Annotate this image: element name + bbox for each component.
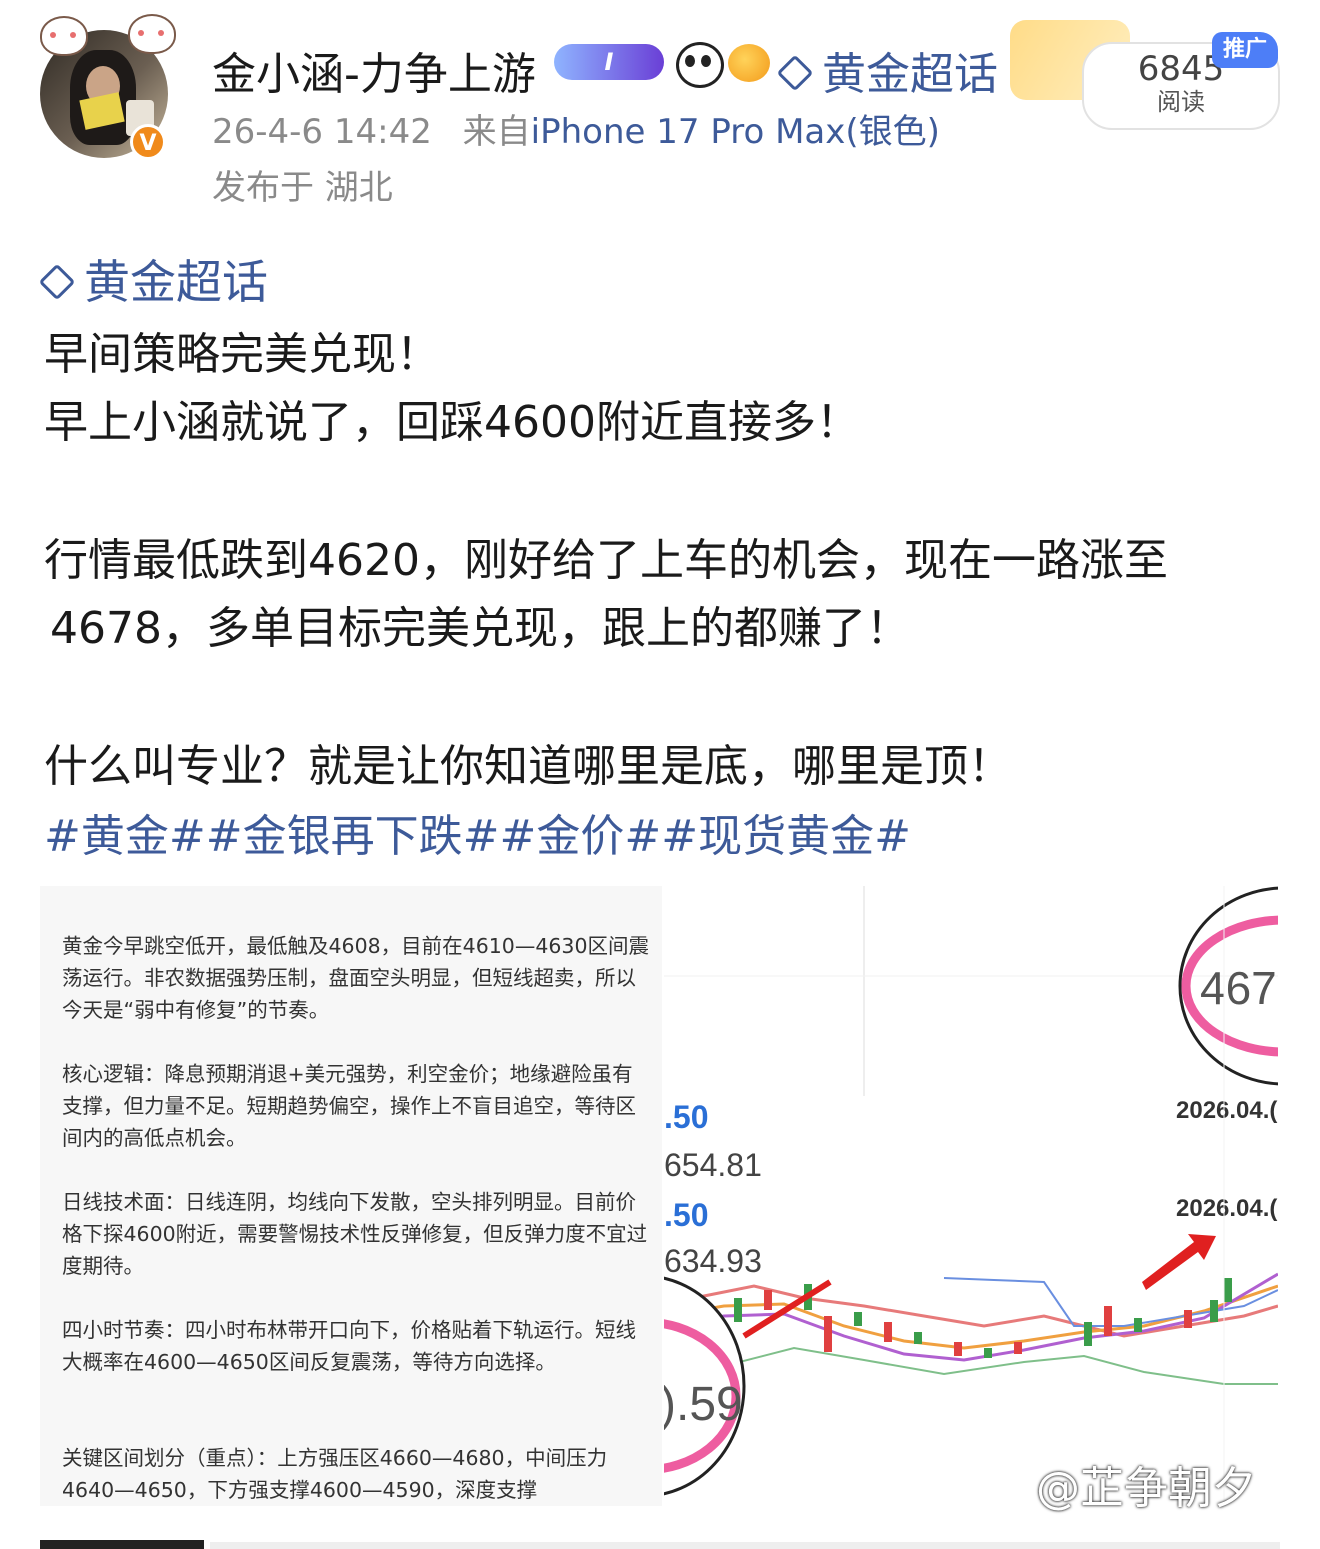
chart-value-c: .50 — [664, 1197, 708, 1233]
post-meta: 26-4-6 14:42 来自iPhone 17 Pro Max(银色) — [212, 104, 940, 153]
post-text-line: 行情最低跌到4620，刚好给了上车的机会，现在一路涨至 — [44, 535, 1168, 586]
post-image-chart[interactable]: 467 2026.04.( 2026.04.( .50 654.81 .50 6… — [664, 886, 1278, 1506]
read-label: 阅读 — [1157, 88, 1205, 116]
level-badge-icon: I — [554, 44, 664, 80]
post-time: 26-4-6 14:42 — [212, 112, 432, 152]
post-text-line: 4678，多单目标完美兑现，跟上的都赚了！ — [50, 603, 910, 654]
post-text-line: 早间策略完美兑现！ — [44, 329, 440, 380]
circle-top-value: 467 — [1200, 962, 1277, 1014]
device-link[interactable]: iPhone 17 Pro Max(银色) — [531, 112, 940, 152]
cat-decoration-icon — [128, 14, 176, 54]
topic-link[interactable]: 黄金超话 — [38, 246, 268, 312]
circle-bottom-value: ).59 — [664, 1378, 743, 1431]
watermark: @芷争朝夕 — [1036, 1463, 1256, 1514]
fish-icon — [728, 44, 770, 82]
post-text-line: 什么叫专业？就是让你知道哪里是底，哪里是顶！ — [44, 741, 1012, 792]
chart-date-1: 2026.04.( — [1176, 1097, 1277, 1124]
image-paragraph: 关键区间划分（重点）：上方强压区4660—4680，中间压力4640—4650，… — [62, 1446, 608, 1502]
post-text-line: 早上小涵就说了，回踩4600附近直接多！ — [44, 397, 860, 448]
chart-value-b: 654.81 — [664, 1147, 762, 1183]
post-image-text[interactable]: 黄金今早跳空低开，最低触及4608，目前在4610—4630区间震荡运行。非农数… — [40, 886, 662, 1506]
diamond-icon — [38, 263, 76, 300]
topic-header-link[interactable]: 黄金超话 — [776, 38, 998, 102]
post-location: 发布于 湖北 — [212, 168, 393, 208]
cat-decoration-icon — [40, 16, 88, 56]
panda-icon — [676, 42, 724, 88]
verified-badge-icon: V — [130, 124, 166, 160]
username[interactable]: 金小涵-力争上游 — [212, 38, 536, 102]
diamond-icon — [776, 54, 814, 92]
topic-link-label: 黄金超话 — [84, 255, 268, 309]
image-paragraph: 四小时节奏：四小时布林带开口向下，价格贴着下轨运行。短线大概率在4600—465… — [62, 1318, 636, 1374]
hashtags[interactable]: #黄金##金银再下跌##金价##现货黄金# — [44, 800, 911, 864]
chart-date-2: 2026.04.( — [1176, 1195, 1277, 1222]
chart-value-a: .50 — [664, 1099, 708, 1135]
next-item-edge — [40, 1540, 204, 1549]
promo-badge[interactable]: 推广 — [1212, 32, 1278, 68]
source-prefix: 来自 — [462, 112, 531, 152]
next-item-edge — [210, 1542, 1280, 1549]
chart-crop-graphic: 467 2026.04.( 2026.04.( .50 654.81 .50 6… — [664, 886, 1278, 1506]
chart-value-d: 634.93 — [664, 1243, 762, 1279]
image-paragraph: 日线技术面：日线连阴，均线向下发散，空头排列明显。目前价格下探4600附近，需要… — [62, 1190, 648, 1278]
topic-header-label: 黄金超话 — [822, 49, 998, 100]
image-paragraph: 黄金今早跳空低开，最低触及4608，目前在4610—4630区间震荡运行。非农数… — [62, 934, 650, 1022]
image-paragraph: 核心逻辑：降息预期消退+美元强势，利空金价；地缘避险虽有支撑，但力量不足。短期趋… — [62, 1062, 636, 1150]
